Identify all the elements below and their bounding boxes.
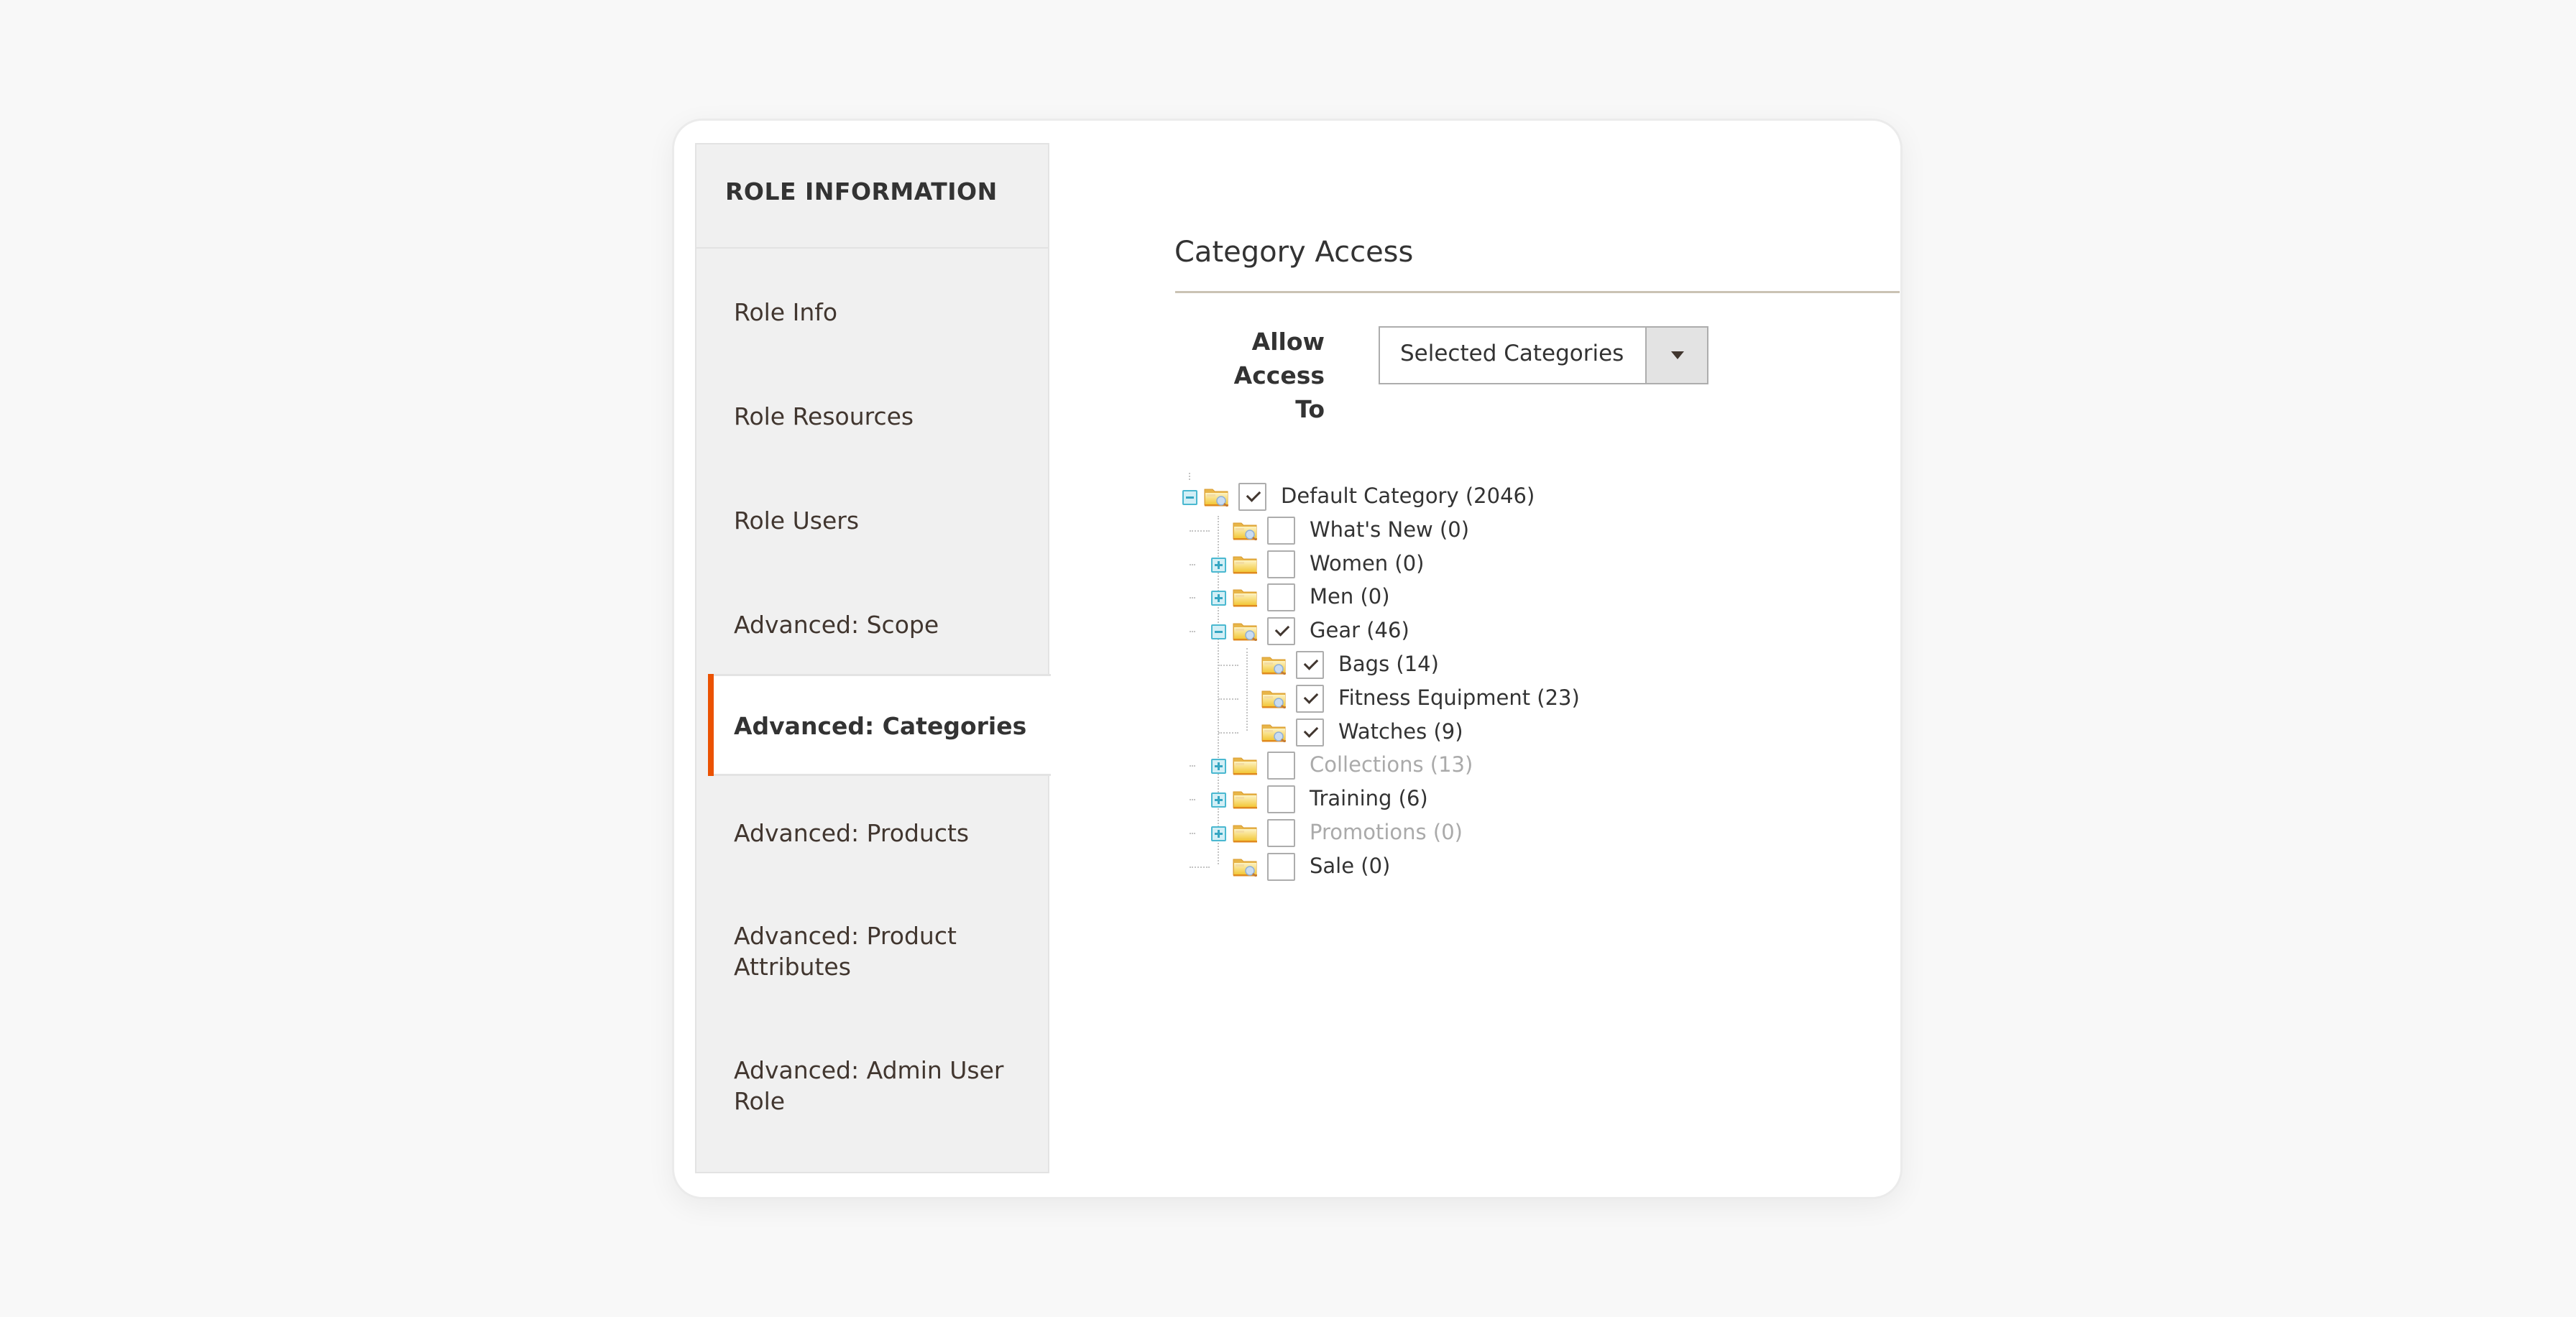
tree-connector: [1190, 597, 1195, 599]
category-label[interactable]: Promotions (0): [1310, 820, 1463, 844]
tree-node: Sale (0): [1190, 850, 1642, 884]
nav-item-role-users[interactable]: Role Users: [696, 495, 1048, 567]
category-label[interactable]: Fitness Equipment (23): [1338, 685, 1580, 710]
tree-connector: [1218, 665, 1238, 666]
tree-connector: [1189, 473, 1190, 480]
category-checkbox[interactable]: [1267, 752, 1295, 780]
nav-item-advanced-categories[interactable]: Advanced: Categories: [708, 674, 1051, 776]
expand-icon[interactable]: [1211, 558, 1226, 573]
folder-search-icon: [1204, 489, 1228, 507]
nav-item-role-info[interactable]: Role Info: [696, 287, 1048, 359]
nav-item-label: Advanced: Categories: [734, 712, 1027, 740]
expand-icon[interactable]: [1211, 591, 1226, 606]
category-checkbox[interactable]: [1267, 583, 1295, 611]
nav-item-role-resources[interactable]: Role Resources: [696, 391, 1048, 463]
expand-icon[interactable]: [1211, 792, 1226, 808]
nav-item-advanced-admin-user-role[interactable]: Advanced: Admin User Role: [696, 1046, 1048, 1140]
folder-icon: [1233, 589, 1257, 607]
folder-search-icon: [1233, 623, 1257, 641]
expand-icon[interactable]: [1211, 759, 1226, 774]
category-checkbox[interactable]: [1267, 517, 1295, 545]
collapse-icon[interactable]: [1211, 624, 1226, 639]
folder-search-icon: [1233, 522, 1257, 540]
tree-connector: [1218, 698, 1238, 700]
section-divider: [1175, 291, 1900, 293]
tree-connector: [1218, 732, 1238, 734]
category-label[interactable]: Collections (13): [1310, 752, 1473, 777]
nav-item-advanced-product-attributes[interactable]: Advanced: Product Attributes: [696, 912, 1048, 1005]
tree-connector: [1190, 833, 1195, 834]
nav-item-advanced-scope[interactable]: Advanced: Scope: [696, 599, 1048, 671]
section-title: Category Access: [1174, 236, 1414, 269]
select-value: Selected Categories: [1400, 341, 1624, 366]
chevron-down-icon: [1671, 351, 1684, 359]
category-label[interactable]: Default Category (2046): [1281, 484, 1535, 508]
category-label[interactable]: Gear (46): [1310, 618, 1409, 642]
folder-icon: [1233, 757, 1257, 775]
tree-node: Bags (14): [1218, 648, 1671, 682]
select-toggle[interactable]: [1645, 328, 1707, 383]
tree-node: Women (0): [1190, 547, 1642, 581]
folder-search-icon: [1233, 859, 1257, 877]
nav-item-label: Advanced: Product Attributes: [734, 922, 957, 981]
tree-node: Gear (46): [1190, 614, 1642, 648]
tree-connector: [1190, 799, 1195, 800]
tree-connector: [1190, 631, 1195, 632]
active-indicator: [708, 674, 714, 776]
nav-item-label: Role Users: [734, 507, 860, 535]
category-checkbox[interactable]: [1267, 785, 1295, 813]
collapse-icon[interactable]: [1182, 490, 1197, 505]
nav-item-advanced-products[interactable]: Advanced: Products: [696, 808, 1048, 879]
tree-connector: [1190, 867, 1210, 868]
tree-node: Default Category (2046): [1182, 480, 1614, 514]
role-information-sidebar: ROLE INFORMATION Role Info Role Resource…: [695, 143, 1051, 1173]
tree-node: Training (6): [1190, 782, 1642, 816]
allow-access-label: Allow Access To: [1233, 328, 1325, 423]
category-checkbox[interactable]: [1267, 819, 1295, 847]
folder-icon: [1233, 825, 1257, 843]
folder-search-icon: [1261, 690, 1286, 708]
category-checkbox[interactable]: [1267, 550, 1295, 578]
tree-node: What's New (0): [1190, 514, 1642, 547]
category-label[interactable]: Women (0): [1310, 551, 1425, 576]
folder-icon: [1233, 556, 1257, 574]
category-label[interactable]: Men (0): [1310, 584, 1390, 609]
folder-search-icon: [1261, 657, 1286, 675]
tree-node: Watches (9): [1218, 716, 1671, 749]
category-label[interactable]: Sale (0): [1310, 854, 1390, 878]
allow-access-select[interactable]: Selected Categories: [1379, 326, 1708, 384]
nav-item-label: Advanced: Scope: [734, 611, 939, 639]
tree-connector: [1190, 765, 1195, 767]
sidebar-header: ROLE INFORMATION: [696, 144, 1048, 249]
category-checkbox[interactable]: [1296, 718, 1324, 747]
expand-icon[interactable]: [1211, 826, 1226, 841]
tree-node: Men (0): [1190, 581, 1642, 614]
category-label[interactable]: Watches (9): [1338, 719, 1463, 744]
folder-search-icon: [1261, 724, 1286, 742]
category-label[interactable]: Training (6): [1310, 786, 1428, 810]
nav-item-label: Role Resources: [734, 402, 914, 430]
nav-item-label: Advanced: Admin User Role: [734, 1056, 1004, 1115]
category-checkbox[interactable]: [1238, 483, 1266, 511]
category-checkbox[interactable]: [1296, 685, 1324, 713]
tree-node: Promotions (0): [1190, 816, 1642, 850]
nav-item-label: Advanced: Products: [734, 819, 970, 847]
tree-connector: [1190, 530, 1210, 532]
category-checkbox[interactable]: [1267, 617, 1295, 645]
category-label[interactable]: Bags (14): [1338, 652, 1439, 676]
category-label[interactable]: What's New (0): [1310, 517, 1469, 542]
nav-item-label: Role Info: [734, 298, 838, 326]
folder-icon: [1233, 791, 1257, 809]
tree-node: Fitness Equipment (23): [1218, 682, 1671, 716]
tree-connector: [1190, 564, 1195, 565]
category-checkbox[interactable]: [1267, 853, 1295, 881]
tree-node: Collections (13): [1190, 749, 1642, 782]
sidebar-header-title: ROLE INFORMATION: [725, 177, 998, 205]
category-checkbox[interactable]: [1296, 651, 1324, 679]
